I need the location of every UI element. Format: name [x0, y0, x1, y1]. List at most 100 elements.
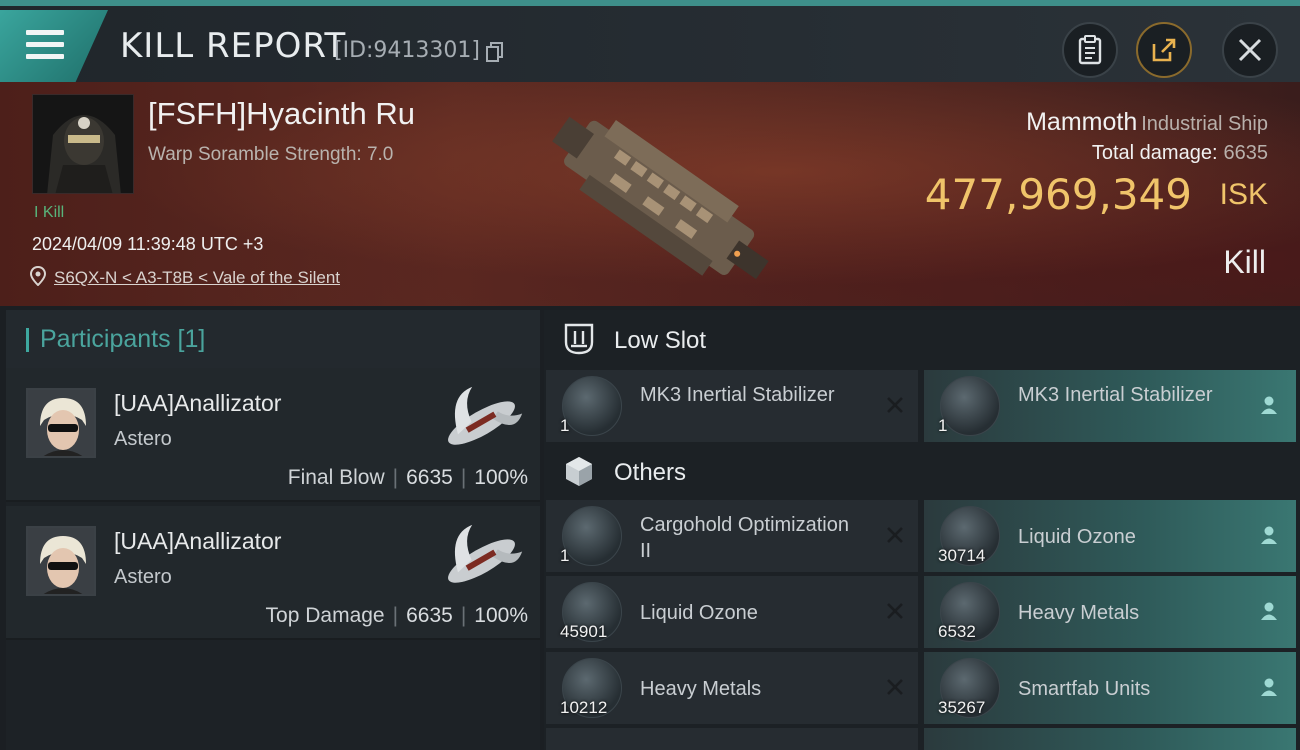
others-cube-icon: [566, 457, 592, 486]
cargo-item[interactable]: 30714 Liquid Ozone: [924, 500, 1296, 572]
participant-row[interactable]: [UAA]Anallizator Astero Final Blow | 6635 |…: [6, 368, 540, 502]
fittings-panel: Low Slot 1 MK3 Inertial Stabilizer 1 MK3…: [544, 310, 1300, 750]
location-link[interactable]: S6QX-N < A3-T8B < Vale of the Silent: [54, 268, 340, 288]
cargo-item[interactable]: 6532 Heavy Metals: [924, 576, 1296, 648]
item-name: MK3 Inertial Stabilizer: [1018, 384, 1213, 406]
cargo-item[interactable]: 45901 Liquid Ozone: [546, 576, 918, 648]
ship-class: Industrial Ship: [1141, 113, 1268, 135]
isk-unit: ISK: [1219, 178, 1268, 211]
report-id: [ID:9413301]: [334, 38, 480, 63]
destroyed-x-icon: [887, 603, 903, 619]
module-icon: [940, 376, 1000, 436]
dropped-status: [1256, 674, 1282, 700]
item-quantity: 35267: [938, 698, 986, 717]
participant-ship-image: [448, 524, 523, 583]
dropped-person-icon: [1261, 396, 1277, 414]
warp-scramble-strength: Warp Soramble Strength: 7.0: [148, 144, 394, 165]
clipboard-button[interactable]: [1062, 22, 1118, 78]
participant-role: Final Blow: [287, 466, 385, 489]
victim-name: [FSFH]Hyacinth Ru: [148, 96, 416, 131]
item-quantity: 1: [560, 416, 570, 435]
participant-stats: Top Damage | 6635 | 100%: [265, 604, 528, 627]
destroyed-status: [882, 674, 908, 700]
cargo-item[interactable]: 1 Cargohold Optimization II: [546, 500, 918, 572]
victim-avatar[interactable]: [32, 94, 134, 194]
participant-avatar[interactable]: [26, 526, 96, 596]
ship-image: [552, 116, 769, 280]
participant-percent: 100%: [474, 604, 528, 627]
participant-stats: Final Blow | 6635 | 100%: [287, 466, 528, 489]
participant-damage: 6635: [406, 466, 453, 489]
dropped-person-icon: [1261, 526, 1277, 544]
participants-header: Participants [1]: [6, 310, 540, 368]
kill-datetime: 2024/04/09 11:39:48 UTC +3: [32, 234, 264, 254]
page-title: KILL REPORT: [120, 26, 347, 66]
share-icon: [1152, 38, 1176, 62]
victim-ship-type: Mammoth Industrial Ship: [1026, 108, 1268, 137]
destroyed-x-icon: [887, 527, 903, 543]
participant-ship-image: [448, 386, 523, 445]
participant-percent: 100%: [474, 466, 528, 489]
ship-name: Mammoth: [1026, 108, 1138, 136]
others-title: Others: [614, 459, 687, 486]
low-slot-title: Low Slot: [614, 327, 707, 354]
result-label: Kill: [1223, 244, 1266, 280]
item-quantity: 1: [560, 546, 570, 565]
low-slot-item[interactable]: 1 MK3 Inertial Stabilizer: [546, 370, 918, 442]
clipboard-icon: [1078, 35, 1102, 65]
item-quantity: 10212: [560, 698, 608, 717]
cargo-item[interactable]: 35267 Smartfab Units: [924, 652, 1296, 724]
destroyed-status: [882, 392, 908, 418]
total-damage: Total damage: 6635: [1092, 142, 1268, 165]
close-button[interactable]: [1222, 22, 1278, 78]
cargo-module-icon: [562, 506, 622, 566]
header-accent-bar: [26, 328, 29, 352]
cargo-item-partial[interactable]: [546, 728, 918, 750]
item-quantity: 1: [938, 416, 948, 435]
participant-name: [UAA]Anallizator: [114, 528, 282, 554]
participant-avatar[interactable]: [26, 388, 96, 458]
dropped-status: [1256, 522, 1282, 548]
participants-title: Participants [1]: [40, 325, 206, 353]
module-icon: [562, 376, 622, 436]
isk-value: 477,969,349: [924, 170, 1192, 219]
top-bar: KILL REPORT [ID:9413301]: [0, 0, 1300, 82]
participant-ship: Astero: [114, 428, 172, 450]
low-slot-item[interactable]: 1 MK3 Inertial Stabilizer: [924, 370, 1296, 442]
participants-panel: Participants [1] [UAA]Anallizator Astero…: [6, 310, 540, 750]
destroyed-x-icon: [887, 679, 903, 695]
total-damage-label: Total damage:: [1091, 142, 1218, 164]
destroyed-status: [882, 522, 908, 548]
victim-banner: [FSFH]Hyacinth Ru Warp Soramble Strength…: [0, 82, 1300, 306]
item-quantity: 45901: [560, 622, 608, 641]
share-button[interactable]: [1136, 22, 1192, 78]
dropped-status: [1256, 598, 1282, 624]
participant-name: [UAA]Anallizator: [114, 390, 282, 416]
dropped-person-icon: [1261, 602, 1277, 620]
others-header: Others: [544, 442, 1300, 502]
dropped-status: [1256, 392, 1282, 418]
item-name: Liquid Ozone: [1018, 526, 1136, 548]
item-name: Smartfab Units: [1018, 678, 1151, 700]
item-name: Cargohold Optimization II: [640, 514, 849, 562]
item-name: Liquid Ozone: [640, 602, 758, 624]
kill-count: I Kill: [34, 204, 65, 221]
destroyed-status: [882, 598, 908, 624]
participant-ship: Astero: [114, 566, 172, 588]
low-slot-icon: [564, 323, 594, 355]
cargo-item[interactable]: 10212 Heavy Metals: [546, 652, 918, 724]
copy-icon[interactable]: [486, 42, 504, 62]
menu-icon: [26, 30, 64, 66]
low-slot-header: Low Slot: [544, 310, 1300, 370]
cargo-item-partial[interactable]: [924, 728, 1296, 750]
dropped-person-icon: [1261, 678, 1277, 696]
item-quantity: 6532: [938, 622, 976, 641]
item-name: Heavy Metals: [1018, 602, 1140, 624]
total-damage-value: 6635: [1223, 142, 1269, 164]
participant-role: Top Damage: [265, 604, 385, 627]
location-pin-icon: [30, 266, 46, 286]
item-quantity: 30714: [938, 546, 986, 565]
participant-row[interactable]: [UAA]Anallizator Astero Top Damage | 6635 |…: [6, 506, 540, 640]
menu-button[interactable]: [0, 10, 108, 82]
item-name: Heavy Metals: [640, 678, 762, 700]
